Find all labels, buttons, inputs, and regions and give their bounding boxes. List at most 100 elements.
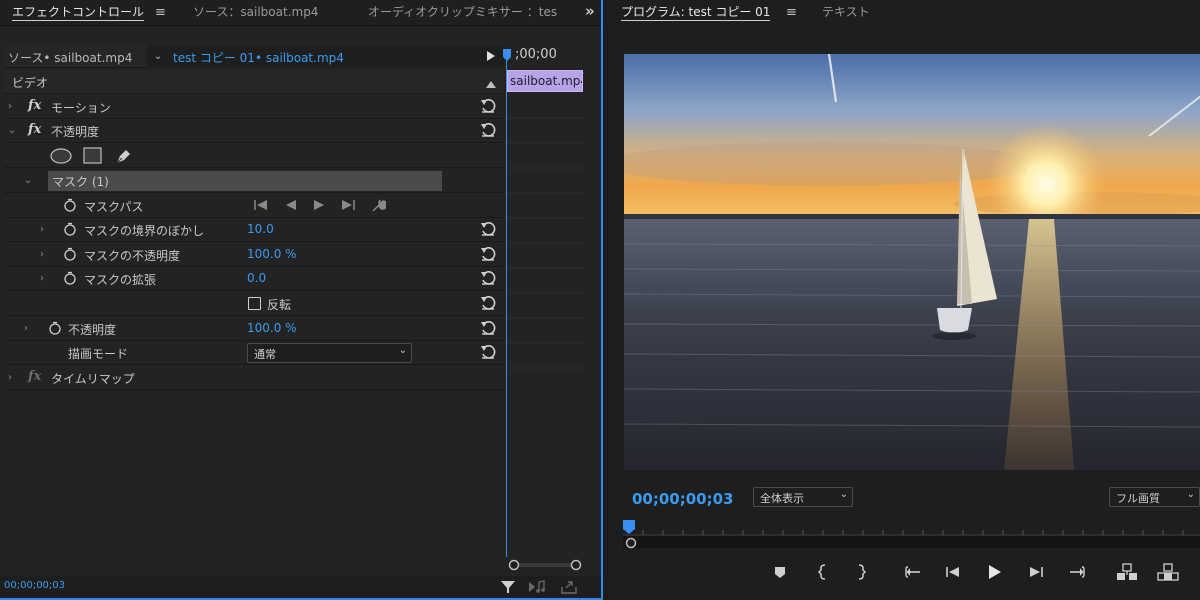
mask-feather-row: › マスクの境界のぼかし 10.0 [4, 218, 504, 242]
expand-chevron-icon[interactable]: › [8, 372, 12, 383]
reset-icon[interactable] [480, 295, 496, 311]
timeline-ruler[interactable] [507, 63, 584, 74]
tabs-overflow-icon[interactable]: » [585, 2, 595, 20]
tab-program[interactable]: プログラム: test コピー 01 [621, 3, 771, 21]
inverted-checkbox[interactable] [248, 297, 261, 310]
stopwatch-icon[interactable] [63, 247, 77, 261]
chevron-down-icon: ⌄ [398, 345, 407, 356]
video-section-header: ビデオ [4, 70, 504, 94]
reset-icon[interactable] [480, 246, 496, 262]
fx-icon[interactable]: fx [28, 122, 41, 137]
source-clip-label[interactable]: ソース• sailboat.mp4 [8, 49, 132, 66]
go-to-out-icon[interactable] [1067, 562, 1087, 582]
zoom-handle-icon[interactable] [625, 537, 637, 552]
zoom-select[interactable]: 全体表示 ⌄ [753, 487, 853, 507]
right-tab-bar: プログラム: test コピー 01 ≡ テキスト [609, 0, 1200, 26]
play-only-triangle-icon[interactable] [487, 50, 495, 64]
sequence-clip-selector[interactable]: ⌄ test コピー 01• sailboat.mp4 [147, 46, 504, 68]
mask-path-row: マスクパス [4, 194, 504, 218]
fx-icon[interactable]: fx [28, 369, 41, 384]
reset-icon[interactable] [480, 320, 496, 336]
reset-icon[interactable] [480, 221, 496, 237]
stopwatch-icon[interactable] [63, 271, 77, 285]
step-forward-icon[interactable] [1026, 562, 1046, 582]
program-time-ruler[interactable] [623, 518, 1200, 550]
opacity-effect-row[interactable]: ⌄ fx 不透明度 [4, 119, 504, 143]
program-monitor-panel: プログラム: test コピー 01 ≡ テキスト 00;00;00;03 全体… [609, 0, 1200, 600]
inverted-row: 反転 [4, 292, 504, 316]
expand-chevron-icon[interactable]: › [8, 101, 12, 112]
tab-audio-clip-mixer[interactable]: オーディオクリップミキサー ：tes [368, 3, 557, 21]
inverted-label: 反転 [267, 298, 292, 312]
opacity-value[interactable]: 100.0 % [247, 321, 297, 335]
track-forward-one-icon[interactable] [340, 199, 356, 214]
step-back-icon[interactable] [943, 562, 963, 582]
mask-feather-value[interactable]: 10.0 [247, 222, 274, 236]
chevron-down-icon: ⌄ [839, 489, 848, 500]
motion-row[interactable]: › fx モーション [4, 95, 504, 119]
time-remap-label: タイムリマップ [51, 372, 135, 386]
track-backward-one-icon[interactable] [253, 199, 269, 214]
time-remap-row[interactable]: › fx タイムリマップ [4, 366, 504, 390]
reset-icon[interactable] [480, 98, 496, 114]
expand-chevron-icon[interactable]: › [40, 224, 44, 235]
expand-chevron-icon[interactable]: › [24, 323, 28, 334]
zoom-value: 全体表示 [760, 492, 804, 505]
blend-mode-select[interactable]: 通常 ⌄ [247, 343, 412, 363]
mask-expansion-value[interactable]: 0.0 [247, 271, 266, 285]
tab-text[interactable]: テキスト [822, 3, 870, 21]
wrench-icon[interactable] [370, 197, 388, 216]
pen-mask-icon[interactable] [114, 146, 134, 169]
program-timecode[interactable]: 00;00;00;03 [632, 490, 734, 508]
mark-in-icon[interactable] [813, 562, 833, 582]
panel-menu-icon[interactable]: ≡ [155, 5, 166, 20]
track-backward-icon[interactable] [285, 199, 297, 214]
insert-icon[interactable] [1116, 562, 1137, 582]
blend-mode-label: 描画モード [68, 347, 129, 361]
mask-opacity-row: › マスクの不透明度 100.0 % [4, 243, 504, 267]
program-playhead-icon[interactable] [623, 520, 635, 537]
reset-icon[interactable] [480, 344, 496, 360]
collapse-chevron-icon[interactable]: ⌄ [24, 175, 32, 186]
stopwatch-icon[interactable] [63, 222, 77, 236]
chevron-down-icon: ⌄ [1186, 489, 1195, 500]
play-audio-icon[interactable] [528, 579, 546, 598]
ellipse-mask-icon[interactable] [50, 148, 72, 167]
quality-select[interactable]: フル画質 ⌄ [1109, 487, 1200, 507]
fx-icon[interactable]: fx [28, 98, 41, 113]
panel-menu-icon[interactable]: ≡ [786, 5, 797, 20]
add-marker-icon[interactable] [770, 562, 790, 582]
stopwatch-icon[interactable] [63, 198, 77, 212]
track-forward-icon[interactable] [313, 199, 325, 214]
tab-source[interactable]: ソース：sailboat.mp4 [193, 3, 318, 21]
mask-opacity-value[interactable]: 100.0 % [247, 247, 297, 261]
mask-row[interactable]: ⌄ マスク (1) [4, 169, 504, 193]
timeline-zoom-scrollbar[interactable] [506, 558, 584, 572]
left-tab-bar: エフェクトコントロール ≡ ソース：sailboat.mp4 オーディオクリップ… [0, 0, 601, 26]
go-to-in-icon[interactable] [903, 562, 923, 582]
mask-path-label: マスクパス [84, 200, 144, 214]
reset-icon[interactable] [480, 122, 496, 138]
play-icon[interactable] [984, 562, 1004, 582]
chevron-down-icon: ⌄ [153, 51, 163, 62]
current-timecode[interactable]: 00;00;00;03 [4, 580, 65, 591]
reset-icon[interactable] [480, 270, 496, 286]
timeline-timecode: ;00;00 [515, 47, 557, 62]
clip-bar[interactable]: sailboat.mp4 [507, 70, 583, 92]
overwrite-icon[interactable] [1157, 562, 1179, 582]
filter-icon[interactable] [500, 579, 516, 598]
expand-chevron-icon[interactable]: › [40, 273, 44, 284]
mask-expansion-row: › マスクの拡張 0.0 [4, 267, 504, 291]
quality-value: フル画質 [1116, 492, 1160, 505]
opacity-effect-label: 不透明度 [51, 125, 100, 139]
expand-chevron-icon[interactable]: › [40, 249, 44, 260]
collapse-up-icon[interactable] [486, 77, 496, 91]
playhead-marker-icon[interactable] [503, 49, 511, 64]
rectangle-mask-icon[interactable] [83, 147, 103, 168]
export-icon[interactable] [560, 579, 578, 598]
program-video-frame[interactable] [624, 54, 1200, 470]
stopwatch-icon[interactable] [48, 321, 62, 335]
tab-effect-controls[interactable]: エフェクトコントロール [12, 3, 145, 21]
collapse-chevron-icon[interactable]: ⌄ [8, 125, 16, 136]
mark-out-icon[interactable] [851, 562, 871, 582]
